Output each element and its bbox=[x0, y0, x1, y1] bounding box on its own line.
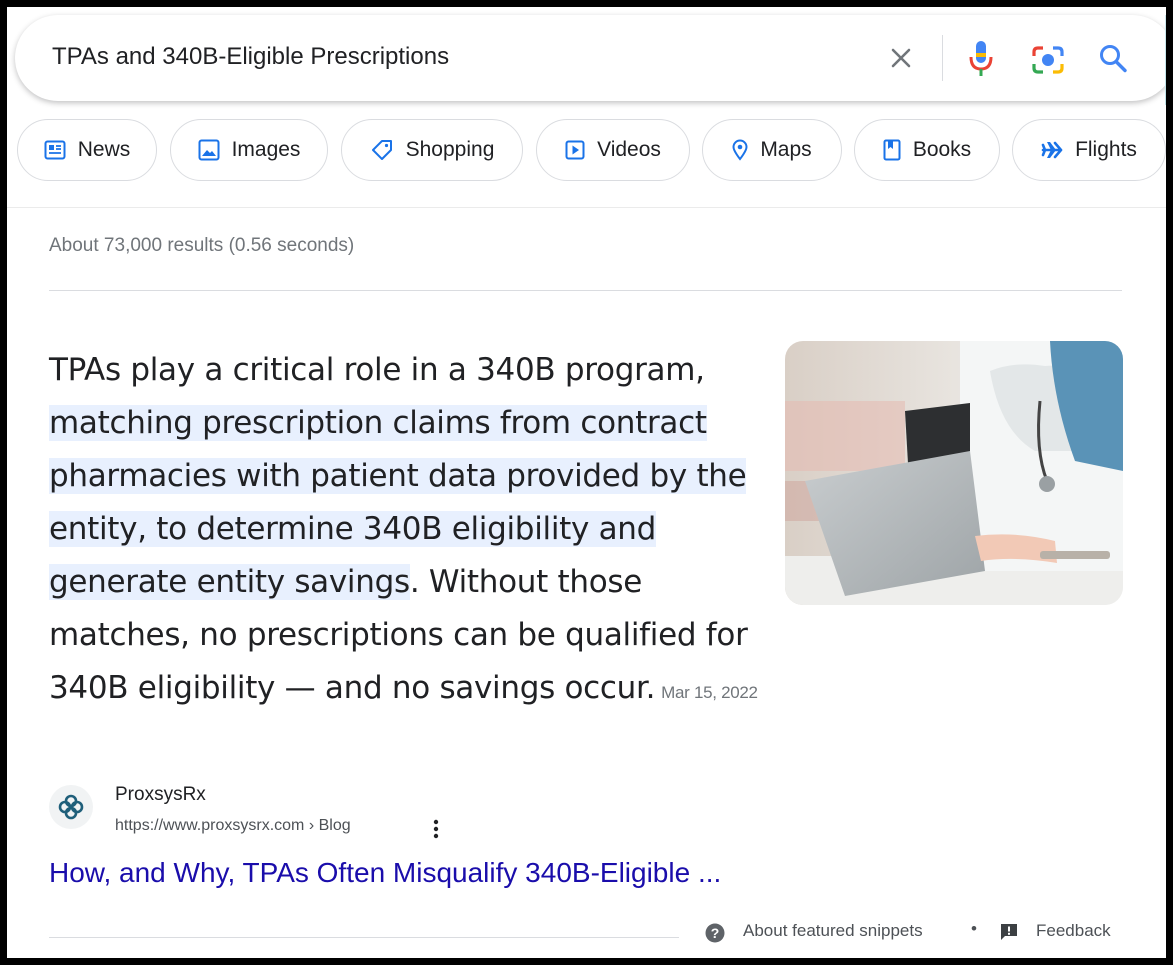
close-icon[interactable] bbox=[885, 42, 917, 74]
svg-text:?: ? bbox=[711, 925, 720, 941]
microphone-icon[interactable] bbox=[968, 39, 994, 79]
image-icon bbox=[198, 139, 220, 161]
plane-icon bbox=[1041, 141, 1063, 159]
site-name[interactable]: ProxsysRx bbox=[115, 784, 206, 806]
footer-separator: • bbox=[971, 919, 977, 938]
map-pin-icon bbox=[732, 139, 748, 161]
chip-videos[interactable]: Videos bbox=[536, 119, 690, 181]
chip-label: Videos bbox=[597, 138, 661, 161]
chip-images[interactable]: Images bbox=[170, 119, 328, 181]
snippet-date: Mar 15, 2022 bbox=[661, 683, 758, 702]
doctor-laptop-image bbox=[785, 341, 1123, 605]
chip-news[interactable]: News bbox=[17, 119, 157, 181]
snippet-lead: TPAs play a critical role in a 340B prog… bbox=[49, 352, 705, 388]
feedback-link[interactable]: Feedback bbox=[1036, 921, 1111, 941]
footer-divider bbox=[49, 937, 679, 938]
site-url[interactable]: https://www.proxsysrx.com › Blog bbox=[115, 817, 351, 835]
result-stats: About 73,000 results (0.56 seconds) bbox=[49, 235, 355, 256]
proxsys-logo-icon bbox=[58, 794, 84, 820]
tag-icon bbox=[371, 140, 392, 160]
stats-divider bbox=[49, 290, 1122, 291]
more-options-icon[interactable] bbox=[430, 817, 442, 841]
chip-label: Maps bbox=[760, 138, 812, 161]
search-bar bbox=[15, 15, 1166, 105]
featured-snippet-text: TPAs play a critical role in a 340B prog… bbox=[49, 344, 769, 719]
feedback-icon bbox=[1001, 924, 1017, 940]
chip-books[interactable]: Books bbox=[854, 119, 1000, 181]
help-icon: ? bbox=[705, 923, 725, 943]
chip-label: Flights bbox=[1075, 138, 1137, 161]
search-icon[interactable] bbox=[1098, 42, 1128, 74]
news-icon bbox=[44, 140, 66, 160]
snippet-thumbnail[interactable] bbox=[785, 341, 1123, 605]
header-divider bbox=[7, 207, 1166, 208]
book-icon bbox=[883, 139, 901, 161]
chip-shopping[interactable]: Shopping bbox=[341, 119, 523, 181]
chip-label: Shopping bbox=[405, 138, 495, 161]
about-featured-snippets-link[interactable]: About featured snippets bbox=[743, 921, 923, 941]
search-input[interactable] bbox=[52, 43, 812, 71]
play-icon bbox=[565, 140, 585, 160]
chip-label: Images bbox=[231, 138, 301, 161]
chip-maps[interactable]: Maps bbox=[702, 119, 842, 181]
camera-search-icon[interactable] bbox=[1031, 44, 1065, 76]
search-bar-divider bbox=[942, 35, 943, 81]
search-results-page: News Images Shopping Videos Maps bbox=[7, 7, 1166, 958]
chip-label: News bbox=[77, 138, 131, 161]
result-title-link[interactable]: How, and Why, TPAs Often Misqualify 340B… bbox=[49, 857, 721, 889]
site-favicon[interactable] bbox=[49, 785, 93, 829]
chip-flights[interactable]: Flights bbox=[1012, 119, 1166, 181]
chip-label: Books bbox=[912, 138, 972, 161]
background-decoration bbox=[1165, 15, 1166, 105]
